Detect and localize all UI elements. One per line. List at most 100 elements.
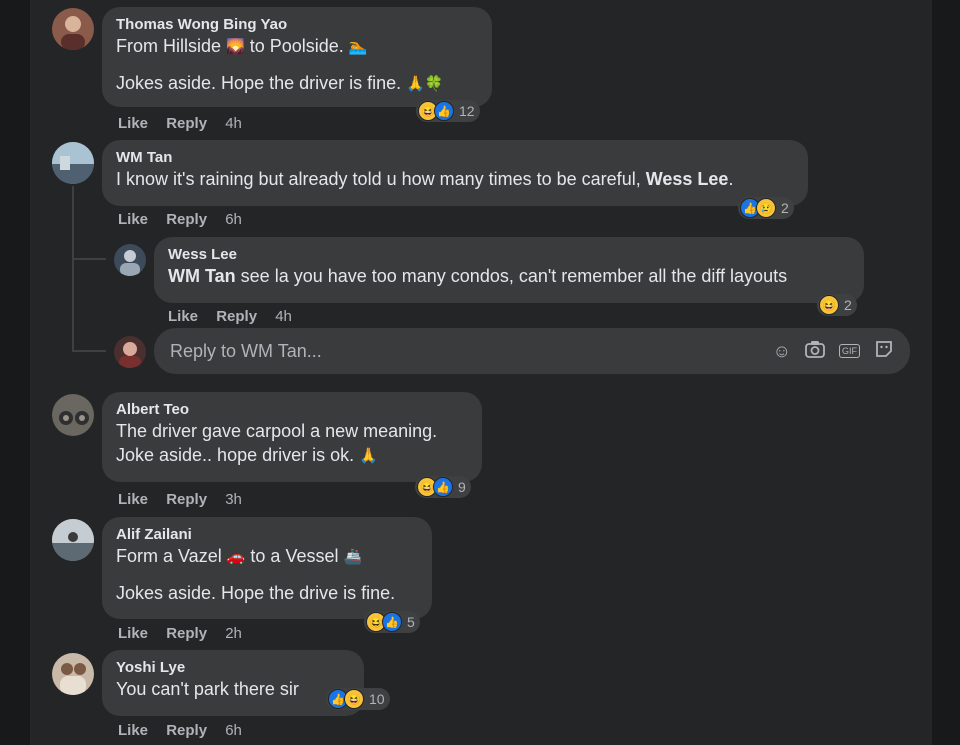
thread-line	[72, 350, 106, 352]
like-icon: 👍	[382, 612, 402, 632]
comment-bubble: Yoshi Lye You can't park there sir	[102, 650, 364, 716]
car-emoji-icon: 🚗	[226, 548, 246, 566]
avatar-image-icon	[61, 16, 85, 50]
comment-author[interactable]: Yoshi Lye	[116, 658, 350, 677]
comment-author[interactable]: Wess Lee	[168, 245, 850, 264]
like-button[interactable]: Like	[118, 625, 148, 642]
comment-text-part: I know it's raining but already told u h…	[116, 169, 641, 189]
haha-icon: 😆	[819, 295, 839, 315]
reply-button[interactable]: Reply	[166, 491, 207, 508]
comment-text-part: to a Vessel	[250, 546, 339, 566]
comment-text: Joke aside.. hope driver is ok. 🙏	[116, 443, 468, 468]
comment-actions: Like Reply 3h	[118, 491, 256, 508]
haha-icon: 😆	[344, 689, 364, 709]
like-button[interactable]: Like	[118, 722, 148, 739]
comment-actions: Like Reply 4h	[118, 115, 256, 132]
comments-panel: Thomas Wong Bing Yao From Hillside 🌄 to …	[30, 0, 932, 745]
avatar-image-icon	[52, 519, 94, 561]
comment-author[interactable]: Albert Teo	[116, 400, 468, 419]
timestamp[interactable]: 4h	[275, 308, 292, 325]
like-button[interactable]: Like	[168, 308, 198, 325]
reply-button[interactable]: Reply	[166, 115, 207, 132]
like-button[interactable]: Like	[118, 211, 148, 228]
sticker-icon[interactable]	[874, 339, 894, 364]
sad-icon: 😢	[756, 198, 776, 218]
like-icon: 👍	[434, 101, 454, 121]
thread-line	[72, 186, 74, 350]
pray-emoji-icon: 🙏	[406, 75, 425, 93]
clover-emoji-icon: 🍀	[424, 75, 444, 93]
comment-text: You can't park there sir	[116, 679, 299, 699]
reply-button[interactable]: Reply	[216, 308, 257, 325]
smiley-icon[interactable]: ☺	[773, 341, 791, 362]
reaction-summary[interactable]: 👍 😆 10	[326, 688, 390, 710]
reaction-count: 12	[459, 103, 475, 119]
like-button[interactable]: Like	[118, 115, 148, 132]
reaction-summary[interactable]: 😆 2	[817, 294, 857, 316]
comment-bubble: Albert Teo The driver gave carpool a new…	[102, 392, 482, 482]
mention-link[interactable]: Wess Lee	[646, 169, 729, 189]
comment-text-part: Jokes aside. Hope the driver is fine.	[116, 73, 402, 94]
avatar[interactable]	[52, 8, 94, 50]
avatar[interactable]	[52, 142, 94, 184]
comment-text: The driver gave carpool a new meaning.	[116, 421, 438, 441]
reply-input[interactable]: Reply to WM Tan...	[170, 341, 759, 362]
comment-text-part: to Poolside.	[249, 36, 344, 56]
reaction-count: 10	[369, 691, 385, 707]
like-button[interactable]: Like	[118, 491, 148, 508]
comment-text: WM Tan see la you have too many condos, …	[168, 264, 850, 288]
avatar-image-icon	[120, 250, 140, 276]
comment-bubble: WM Tan I know it's raining but already t…	[102, 140, 808, 206]
reply-button[interactable]: Reply	[166, 722, 207, 739]
comment-text: Form a Vazel 🚗 to a Vessel 🚢	[116, 544, 418, 569]
comment-text: Jokes aside. Hope the drive is fine.	[116, 583, 396, 604]
avatar-image-icon	[119, 342, 141, 368]
comment-text-part: Form a Vazel	[116, 546, 222, 566]
timestamp[interactable]: 3h	[225, 491, 242, 508]
comment-text-part: see la you have too many condos, can't r…	[240, 266, 788, 286]
reaction-summary[interactable]: 😆 👍 9	[415, 476, 471, 498]
current-user-avatar[interactable]	[114, 336, 146, 368]
comment-bubble: Alif Zailani Form a Vazel 🚗 to a Vessel …	[102, 517, 432, 619]
timestamp[interactable]: 6h	[225, 211, 242, 228]
timestamp[interactable]: 2h	[225, 625, 242, 642]
comment-bubble: Thomas Wong Bing Yao From Hillside 🌄 to …	[102, 7, 492, 107]
comment-text-part: Joke aside.. hope driver is ok.	[116, 445, 355, 465]
timestamp[interactable]: 6h	[225, 722, 242, 739]
reaction-count: 2	[844, 297, 852, 313]
reaction-summary[interactable]: 👍 😢 2	[738, 197, 794, 219]
thread-line	[72, 258, 106, 260]
comment-actions: Like Reply 6h	[118, 211, 256, 228]
like-icon: 👍	[433, 477, 453, 497]
pray-emoji-icon: 🙏	[359, 447, 378, 465]
reaction-summary[interactable]: 😆 👍 12	[416, 100, 480, 122]
comment-actions: Like Reply 6h	[118, 722, 256, 739]
avatar[interactable]	[52, 519, 94, 561]
reply-button[interactable]: Reply	[166, 625, 207, 642]
comment-author[interactable]: Thomas Wong Bing Yao	[116, 15, 478, 34]
comment-author[interactable]: Alif Zailani	[116, 525, 418, 544]
swimming-emoji-icon: 🏊	[348, 38, 368, 56]
comment-text-part: From Hillside	[116, 36, 222, 56]
avatar-image-icon	[59, 411, 89, 425]
comment-actions: Like Reply 2h	[118, 625, 256, 642]
mention-link[interactable]: WM Tan	[168, 266, 236, 286]
reply-input-box[interactable]: Reply to WM Tan... ☺ GIF	[154, 328, 910, 374]
avatar-image-icon	[60, 663, 86, 695]
avatar-image-icon	[52, 142, 94, 184]
comment-actions: Like Reply 4h	[168, 308, 306, 325]
reaction-summary[interactable]: 😆 👍 5	[364, 611, 420, 633]
comment-bubble: Wess Lee WM Tan see la you have too many…	[154, 237, 864, 303]
avatar[interactable]	[114, 244, 146, 276]
avatar[interactable]	[52, 394, 94, 436]
avatar[interactable]	[52, 653, 94, 695]
comment-author[interactable]: WM Tan	[116, 148, 794, 167]
ship-emoji-icon: 🚢	[343, 548, 363, 566]
gif-icon[interactable]: GIF	[839, 344, 860, 358]
camera-icon[interactable]	[805, 340, 825, 363]
reaction-count: 2	[781, 200, 789, 216]
timestamp[interactable]: 4h	[225, 115, 242, 132]
hillside-image-emoji-icon: 🌄	[226, 38, 245, 56]
reply-button[interactable]: Reply	[166, 211, 207, 228]
comment-text-part: .	[728, 169, 734, 189]
